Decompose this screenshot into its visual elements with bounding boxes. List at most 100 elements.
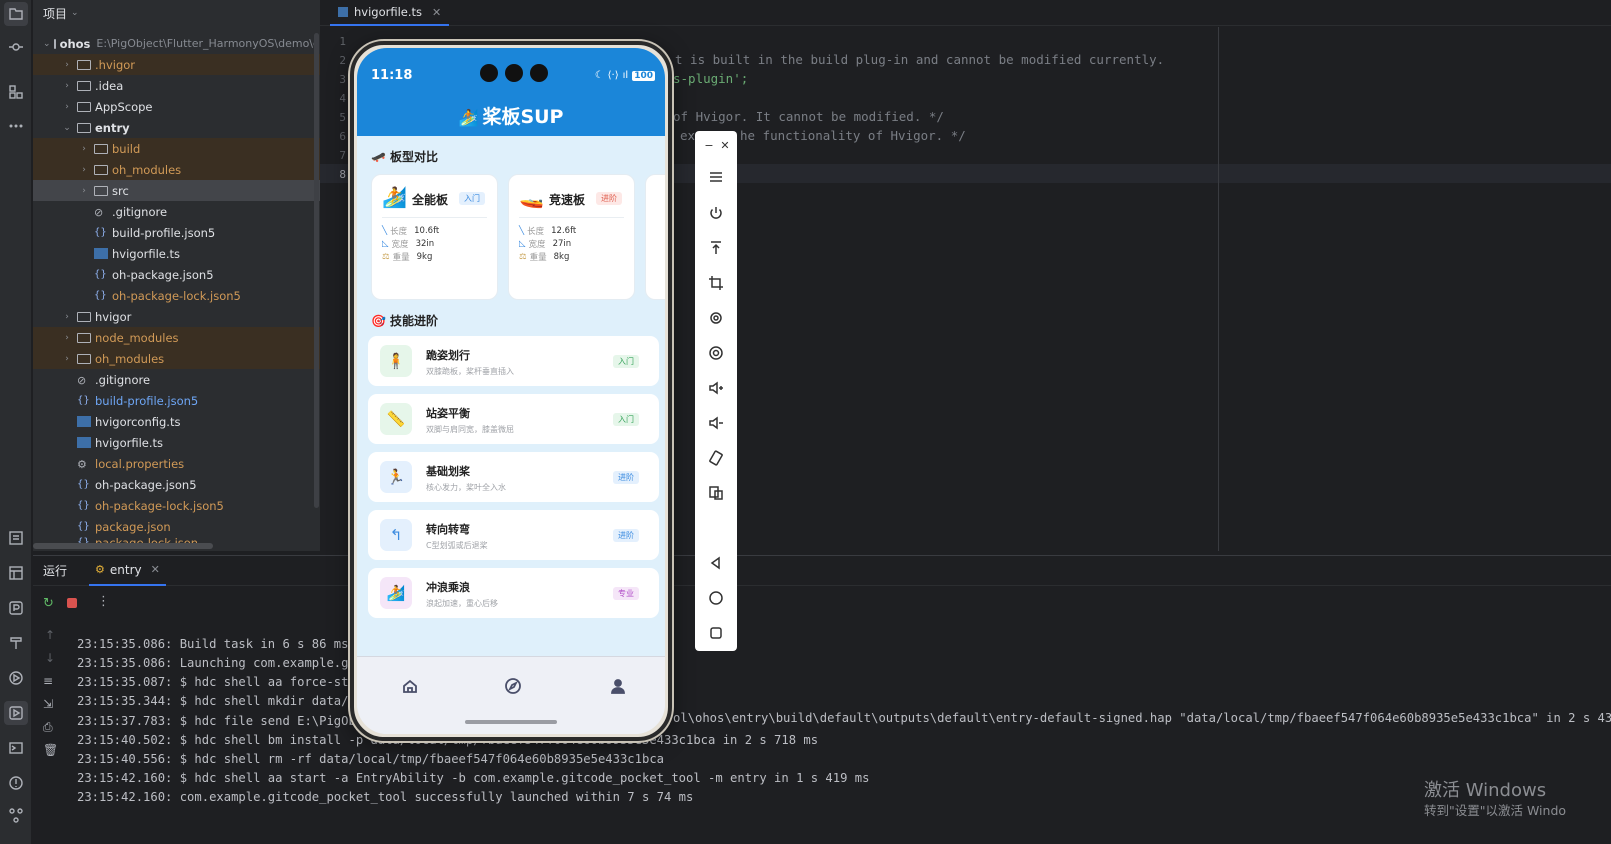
tree-item-hvigorfile[interactable]: hvigorfile.ts <box>33 432 320 453</box>
recents-icon[interactable] <box>704 621 728 645</box>
power-icon[interactable] <box>704 201 728 225</box>
skill-card[interactable]: 📏 站姿平衡 双脚与肩同宽，膝盖微屈 入门 <box>368 394 659 444</box>
tree-item-entry-gitignore[interactable]: ⊘ .gitignore <box>33 201 320 222</box>
ignore-file-icon: ⊘ <box>94 205 104 219</box>
skill-card[interactable]: 🧍 跪姿划行 双膝跪板，桨杆垂直插入 入门 <box>368 336 659 386</box>
more-tools-icon[interactable] <box>4 114 28 138</box>
back-icon[interactable] <box>704 551 728 575</box>
rotate-icon[interactable] <box>704 306 728 330</box>
terminal-tool-icon[interactable] <box>4 736 28 760</box>
print-icon[interactable]: ⎙ <box>43 720 53 735</box>
layout-tool-icon[interactable] <box>4 561 28 585</box>
home-indicator[interactable] <box>465 720 557 724</box>
entry-module-icon: ⚙ <box>95 563 105 576</box>
tab-entry[interactable]: ⚙ entry ✕ <box>89 556 166 586</box>
skill-card[interactable]: 🏄 冲浪乘浪 浪起加速，重心后移 专业 <box>368 568 659 618</box>
problems-tool-icon[interactable] <box>4 771 28 795</box>
more-options-icon[interactable]: ⋮ <box>97 594 110 609</box>
project-panel-header[interactable]: 项目 ⌄ <box>33 0 320 26</box>
soft-wrap-icon[interactable]: ≡ <box>43 674 53 688</box>
spec-length: ╲ 长度 12.6ft <box>519 225 576 237</box>
menu-icon[interactable] <box>704 165 728 189</box>
tree-item-label: .gitignore <box>112 204 168 219</box>
tree-item-label: .idea <box>95 78 124 93</box>
board-icon: 🛹 <box>371 149 386 164</box>
json-file-icon: {} <box>77 478 90 490</box>
tree-item-root[interactable]: ⌄ ohos E:\PigObject\Flutter_HarmonyOS\demo… <box>33 33 320 54</box>
tree-item-entry-hvigorfile[interactable]: hvigorfile.ts <box>33 243 320 264</box>
profiler-tool-icon[interactable] <box>4 596 28 620</box>
tree-item-appscope[interactable]: › AppScope <box>33 96 320 117</box>
surfer-icon: 🏄 <box>380 577 412 609</box>
close-icon[interactable]: ✕ <box>151 563 160 576</box>
app-screen[interactable]: 11:18 ☾ ⟨·⟩ ıl 100 🏄 桨板SUP 🛹 板型对比 🏄 全能板 入门 ╲ 长… <box>357 48 665 734</box>
tab-hvigorfile[interactable]: hvigorfile.ts ✕ <box>330 0 450 26</box>
skill-card[interactable]: 🏃 基础划桨 核心发力，桨叶全入水 进阶 <box>368 452 659 502</box>
rotate-screen-icon[interactable] <box>704 446 728 470</box>
commit-tool-icon[interactable] <box>4 35 28 59</box>
tree-item-label: oh-package-lock.json5 <box>112 288 241 303</box>
run-toolbar: ↻ ⋮ <box>33 588 1611 618</box>
tree-item-oh-package-lock[interactable]: {} oh-package-lock.json5 <box>33 495 320 516</box>
trash-icon[interactable]: 🗑 <box>43 743 58 757</box>
home-icon[interactable] <box>399 675 421 697</box>
project-panel-title: 项目 <box>43 6 68 21</box>
tree-item-gitignore[interactable]: ⊘ .gitignore <box>33 369 320 390</box>
tree-item-build[interactable]: › build <box>33 138 320 159</box>
tree-item-src[interactable]: › src <box>33 180 320 201</box>
arrow-down-icon[interactable]: ↓ <box>45 651 55 665</box>
volume-down-icon[interactable] <box>704 411 728 435</box>
board-card[interactable]: 🚤 竞速板 进阶 ╲ 长度 12.6ft ◺ 宽度 27in ⚖ 重量 8kg <box>508 174 635 300</box>
chevron-right-icon: › <box>82 143 86 154</box>
folder-icon <box>77 81 91 91</box>
vertical-scrollbar[interactable] <box>314 33 319 508</box>
tree-item-package-json[interactable]: {} package.json <box>33 516 320 537</box>
build-tool-icon[interactable] <box>4 631 28 655</box>
skill-card[interactable]: ↰ 转向转弯 C型划弧或后退桨 进阶 <box>368 510 659 560</box>
tree-item-local-properties[interactable]: ⚙ local.properties <box>33 453 320 474</box>
project-tool-icon[interactable] <box>4 2 28 26</box>
profile-icon[interactable] <box>607 675 629 697</box>
services-tool-icon[interactable] <box>4 666 28 690</box>
tree-item-entry[interactable]: ⌄ entry <box>33 117 320 138</box>
triangle-ruler-icon: ◺ <box>382 239 389 249</box>
todo-tool-icon[interactable] <box>4 526 28 550</box>
crop-icon[interactable] <box>704 271 728 295</box>
tree-item-entry-oh-package-lock[interactable]: {} oh-package-lock.json5 <box>33 285 320 306</box>
tree-item-oh-package[interactable]: {} oh-package.json5 <box>33 474 320 495</box>
close-icon[interactable]: ✕ <box>432 6 441 19</box>
git-tool-icon[interactable] <box>4 803 28 827</box>
tree-item-hvigorconfig[interactable]: hvigorconfig.ts <box>33 411 320 432</box>
folder-icon <box>94 144 108 154</box>
level-badge: 入门 <box>613 413 639 426</box>
tree-item-entry-oh-modules[interactable]: › oh_modules <box>33 159 320 180</box>
stop-icon[interactable] <box>67 598 77 608</box>
home-button-icon[interactable] <box>704 586 728 610</box>
rerun-icon[interactable]: ↻ <box>43 596 54 611</box>
json-file-icon: {} <box>77 499 90 511</box>
run-tool-icon[interactable] <box>4 701 28 725</box>
scroll-to-end-icon[interactable]: ⇲ <box>43 697 53 711</box>
volume-up-icon[interactable] <box>704 376 728 400</box>
multi-device-icon[interactable] <box>704 481 728 505</box>
tree-item-node-modules[interactable]: › node_modules <box>33 327 320 348</box>
board-card-partial[interactable] <box>645 174 665 300</box>
ide-window: 项目 ⌄ ⌄ ohos E:\PigObject\Flutter_HarmonyOS\… <box>0 0 1611 844</box>
person-icon: 🧍 <box>380 345 412 377</box>
tree-item-entry-build-profile[interactable]: {} build-profile.json5 <box>33 222 320 243</box>
horizontal-scrollbar[interactable] <box>33 543 213 549</box>
tree-item-hvigor[interactable]: › hvigor <box>33 306 320 327</box>
tree-item-oh-modules[interactable]: › oh_modules <box>33 348 320 369</box>
tree-item-hvigor-dir[interactable]: › .hvigor <box>33 54 320 75</box>
compass-icon[interactable] <box>502 675 524 697</box>
tree-item-entry-oh-package[interactable]: {} oh-package.json5 <box>33 264 320 285</box>
spec-label: 长度 <box>390 227 408 237</box>
pin-top-icon[interactable] <box>704 236 728 260</box>
board-card[interactable]: 🏄 全能板 入门 ╲ 长度 10.6ft ◺ 宽度 32in ⚖ 重量 9kg <box>371 174 498 300</box>
close-icon[interactable]: ✕ <box>713 133 737 157</box>
arrow-up-icon[interactable]: ↑ <box>45 628 55 642</box>
record-icon[interactable] <box>704 341 728 365</box>
tree-item-build-profile[interactable]: {} build-profile.json5 <box>33 390 320 411</box>
structure-tool-icon[interactable] <box>4 80 28 104</box>
tree-item-idea[interactable]: › .idea <box>33 75 320 96</box>
